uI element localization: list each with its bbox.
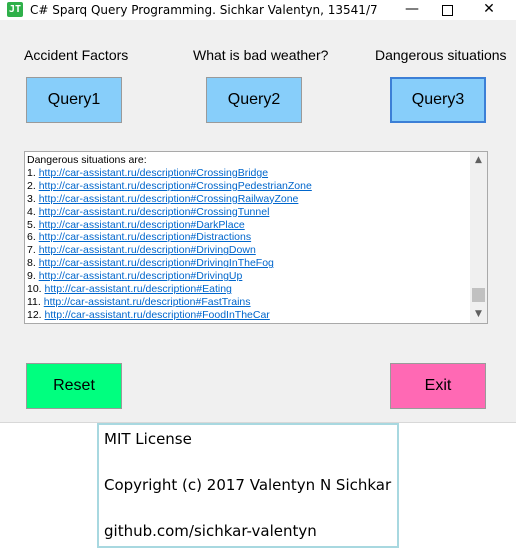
result-link[interactable]: http://car-assistant.ru/description#Driv…	[39, 244, 256, 256]
result-link[interactable]: http://car-assistant.ru/description#Fast…	[44, 296, 251, 308]
result-number: 4.	[27, 205, 36, 218]
license-github: github.com/sichkar-valentyn	[104, 522, 317, 540]
license-copyright: Copyright (c) 2017 Valentyn N Sichkar	[104, 476, 392, 494]
app-window: JT C# Sparq Query Programming. Sichkar V…	[0, 0, 516, 423]
maximize-icon	[441, 5, 453, 16]
result-line: 7. http://car-assistant.ru/description#D…	[27, 244, 469, 257]
scroll-thumb[interactable]	[472, 288, 485, 302]
result-number: 9.	[27, 270, 36, 283]
scroll-down-icon[interactable]: ▼	[470, 306, 487, 323]
result-link[interactable]: http://car-assistant.ru/description#Driv…	[39, 257, 274, 269]
result-link[interactable]: http://car-assistant.ru/description#Cros…	[39, 167, 268, 179]
result-link[interactable]: http://car-assistant.ru/description#Dark…	[39, 219, 245, 231]
dangerous-situations-label: Dangerous situations	[375, 47, 507, 63]
result-link[interactable]: http://car-assistant.ru/description#Driv…	[39, 270, 243, 282]
title-bar: JT C# Sparq Query Programming. Sichkar V…	[0, 0, 516, 20]
license-title: MIT License	[104, 430, 192, 448]
results-heading: Dangerous situations are:	[27, 154, 147, 166]
result-line: 3. http://car-assistant.ru/description#C…	[27, 193, 469, 206]
result-number: 6.	[27, 231, 36, 244]
result-line: 10. http://car-assistant.ru/description#…	[27, 283, 469, 296]
minimize-button[interactable]: —	[395, 0, 429, 20]
result-line: 2. http://car-assistant.ru/description#C…	[27, 180, 469, 193]
result-number: 2.	[27, 179, 36, 192]
result-number: 12.	[27, 308, 42, 321]
result-link[interactable]: http://car-assistant.ru/description#Dist…	[39, 231, 251, 243]
window-title: C# Sparq Query Programming. Sichkar Vale…	[30, 3, 378, 17]
bad-weather-label: What is bad weather?	[193, 47, 329, 63]
close-button[interactable]: ✕	[472, 0, 506, 20]
exit-button[interactable]: Exit	[390, 363, 486, 409]
accident-factors-label: Accident Factors	[24, 47, 129, 63]
app-icon: JT	[7, 2, 23, 17]
result-line: 12. http://car-assistant.ru/description#…	[27, 309, 469, 322]
result-number: 7.	[27, 244, 36, 257]
result-link[interactable]: http://car-assistant.ru/description#Cros…	[39, 193, 299, 205]
result-line: 1. http://car-assistant.ru/description#C…	[27, 167, 469, 180]
query1-button[interactable]: Query1	[26, 77, 122, 123]
result-line: 4. http://car-assistant.ru/description#C…	[27, 206, 469, 219]
result-link[interactable]: http://car-assistant.ru/description#Food…	[45, 309, 270, 321]
result-number: 5.	[27, 218, 36, 231]
result-line: 9. http://car-assistant.ru/description#D…	[27, 270, 469, 283]
result-link[interactable]: http://car-assistant.ru/description#Cros…	[39, 180, 312, 192]
result-line: 11. http://car-assistant.ru/description#…	[27, 296, 469, 309]
vertical-scrollbar[interactable]: ▲ ▼	[470, 152, 487, 323]
results-textbox[interactable]: Dangerous situations are: 1. http://car-…	[24, 151, 488, 324]
result-number: 10.	[27, 283, 42, 296]
results-text: Dangerous situations are: 1. http://car-…	[27, 154, 469, 322]
query3-button[interactable]: Query3	[390, 77, 486, 123]
license-box: MIT License Copyright (c) 2017 Valentyn …	[97, 423, 399, 548]
query2-button[interactable]: Query2	[206, 77, 302, 123]
result-number: 8.	[27, 257, 36, 270]
result-number: 1.	[27, 166, 36, 179]
result-line: 6. http://car-assistant.ru/description#D…	[27, 231, 469, 244]
result-number: 11.	[27, 295, 41, 308]
reset-button[interactable]: Reset	[26, 363, 122, 409]
result-link[interactable]: http://car-assistant.ru/description#Cros…	[39, 206, 270, 218]
maximize-button[interactable]	[430, 0, 464, 20]
result-link[interactable]: http://car-assistant.ru/description#Eati…	[45, 283, 232, 295]
result-line: 8. http://car-assistant.ru/description#D…	[27, 257, 469, 270]
result-line: 5. http://car-assistant.ru/description#D…	[27, 219, 469, 232]
result-number: 3.	[27, 192, 36, 205]
scroll-up-icon[interactable]: ▲	[470, 152, 487, 169]
